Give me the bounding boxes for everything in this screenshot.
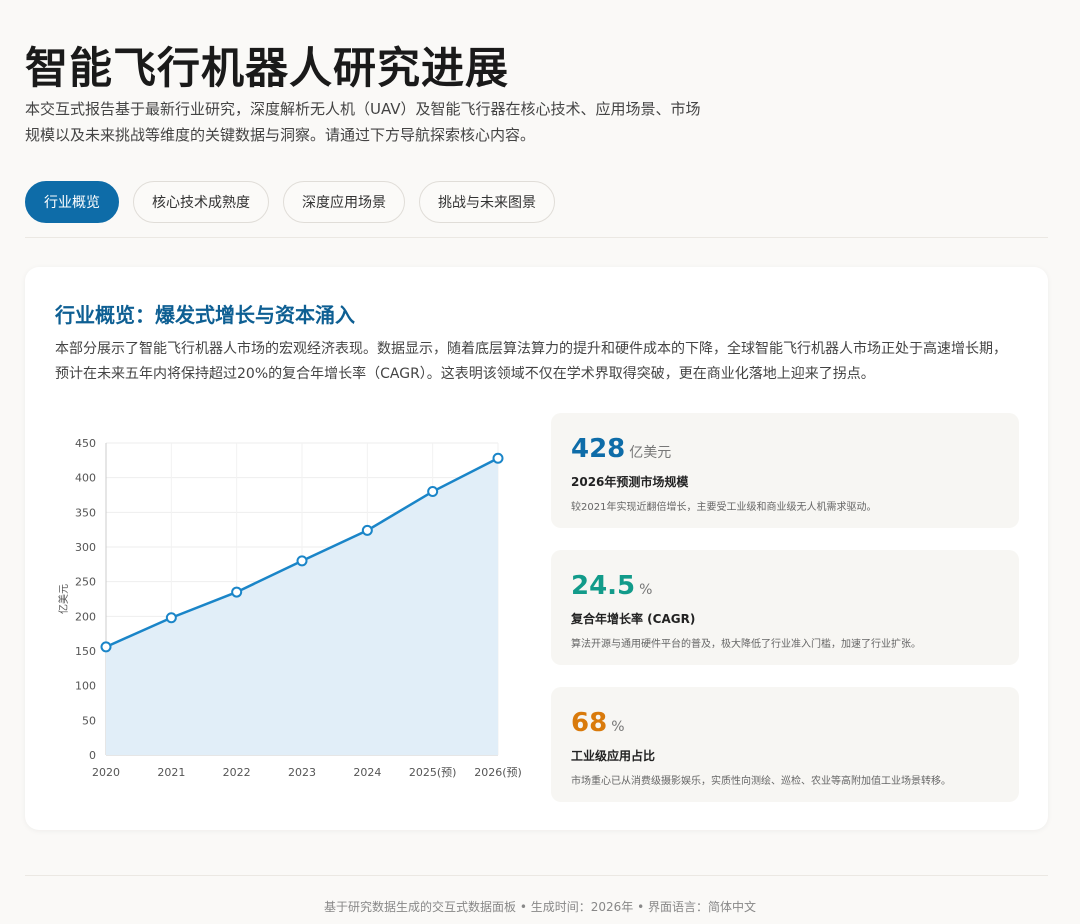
tab-applications[interactable]: 深度应用场景	[283, 181, 405, 223]
data-point	[492, 452, 504, 464]
footer-divider	[25, 875, 1048, 876]
stat-card-cagr: 24.5% 复合年增长率 (CAGR) 算法开源与通用硬件平台的普及，极大降低了…	[551, 550, 1019, 665]
data-point	[427, 486, 439, 498]
stat-label: 工业级应用占比	[571, 749, 656, 763]
y-tick-label: 150	[75, 645, 96, 658]
x-tick-label: 2021	[157, 766, 185, 779]
y-tick-label: 300	[75, 541, 96, 554]
data-point	[296, 555, 308, 567]
data-point	[231, 586, 243, 598]
stat-number: 428	[571, 434, 626, 464]
stat-unit: 亿美元	[629, 445, 672, 461]
x-tick-label: 2024	[353, 766, 381, 779]
stat-value: 68%	[571, 707, 999, 743]
y-tick-label: 350	[75, 506, 96, 519]
x-tick-label: 2023	[288, 766, 316, 779]
page-title: 智能飞行机器人研究进展	[25, 44, 509, 94]
stat-number: 68	[571, 708, 608, 738]
y-tick-label: 400	[75, 472, 96, 485]
stat-description: 算法开源与通用硬件平台的普及，极大降低了行业准入门槛，加速了行业扩张。	[571, 639, 921, 650]
y-tick-label: 50	[82, 714, 96, 727]
tab-tech-maturity[interactable]: 核心技术成熟度	[133, 181, 269, 223]
tab-challenges[interactable]: 挑战与未来图景	[419, 181, 555, 223]
x-tick-label: 2026(预)	[474, 766, 522, 779]
stat-card-market-size: 428 亿美元 2026年预测市场规模 较2021年实现近翻倍增长，主要受工业级和…	[551, 413, 1019, 528]
y-tick-label: 100	[75, 680, 96, 693]
stat-card-industrial-share: 68% 工业级应用占比 市场重心已从消费级摄影娱乐，实质性向测绘、巡检、农业等高…	[551, 687, 1019, 802]
data-point	[165, 612, 177, 624]
stat-label: 复合年增长率 (CAGR)	[571, 612, 696, 626]
market-chart: 0 50 100 150 200 250 300 350 400 450 2020 2021 2022 2…	[45, 427, 530, 787]
tab-bar: 行业概览 核心技术成熟度 深度应用场景 挑战与未来图景	[25, 181, 555, 223]
divider	[25, 237, 1048, 238]
x-tick-label: 2025(预)	[409, 766, 457, 779]
section-description: 本部分展示了智能飞行机器人市场的宏观经济表现。数据显示，随着底层算法算力的提升和…	[55, 341, 1007, 382]
y-tick-label: 200	[75, 610, 96, 623]
page-intro: 本交互式报告基于最新行业研究，深度解析无人机（UAV）及智能飞行器在核心技术、应…	[25, 100, 701, 144]
stat-description: 市场重心已从消费级摄影娱乐，实质性向测绘、巡检、农业等高附加值工业场景转移。	[571, 776, 951, 787]
y-axis-label: 亿美元	[57, 584, 70, 614]
y-tick-label: 450	[75, 437, 96, 450]
stat-value: 428 亿美元	[571, 433, 999, 469]
x-tick-label: 2022	[223, 766, 251, 779]
tab-overview[interactable]: 行业概览	[25, 181, 119, 223]
y-tick-label: 250	[75, 576, 96, 589]
overview-card: 行业概览：爆发式增长与资本涌入 本部分展示了智能飞行机器人市场的宏观经济表现。数…	[25, 267, 1048, 830]
data-point	[100, 641, 112, 653]
stats-panel: 428 亿美元 2026年预测市场规模 较2021年实现近翻倍增长，主要受工业级和…	[551, 413, 1019, 824]
stat-number: 24.5	[571, 571, 636, 601]
y-tick-label: 0	[89, 749, 96, 762]
stat-label: 2026年预测市场规模	[571, 475, 689, 489]
stat-description: 较2021年实现近翻倍增长，主要受工业级和商业级无人机需求驱动。	[571, 502, 877, 513]
chart-svg: 0 50 100 150 200 250 300 350 400 450 2020 2021 2022 2…	[57, 437, 522, 779]
x-tick-label: 2020	[92, 766, 120, 779]
stat-value: 24.5%	[571, 570, 999, 606]
stat-unit: %	[639, 582, 653, 598]
stat-unit: %	[611, 719, 625, 735]
section-title: 行业概览：爆发式增长与资本涌入	[55, 303, 355, 327]
data-point	[361, 524, 373, 536]
footer: 基于研究数据生成的交互式数据面板 • 生成时间：2026年 • 界面语言：简体中…	[324, 900, 756, 914]
